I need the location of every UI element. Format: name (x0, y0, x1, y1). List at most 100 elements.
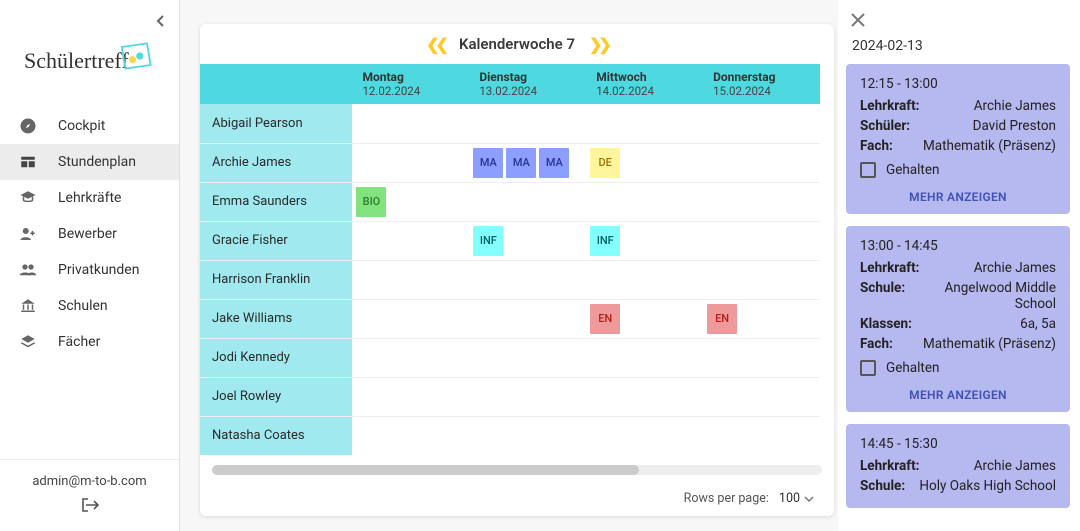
schedule-cell[interactable] (586, 182, 703, 221)
schedule-cell[interactable]: BIO (352, 182, 469, 221)
teacher-name-cell[interactable]: Harrison Franklin (200, 260, 352, 299)
event-card[interactable]: 12:15 - 13:00Lehrkraft:Archie JamesSchül… (846, 64, 1070, 214)
event-field: Lehrkraft:Archie James (860, 98, 1056, 114)
table-icon (18, 153, 38, 171)
event-field: Lehrkraft:Archie James (860, 458, 1056, 474)
collapse-sidebar-button[interactable] (155, 14, 165, 32)
event-card[interactable]: 14:45 - 15:30Lehrkraft:Archie JamesSchul… (846, 424, 1070, 508)
schedule-cell[interactable] (469, 377, 586, 416)
lesson-chip[interactable]: INF (473, 226, 503, 256)
schedule-cell[interactable] (586, 416, 703, 455)
schedule-cell[interactable]: INF (586, 221, 703, 260)
sidebar-item-privatkunden[interactable]: Privatkunden (0, 252, 179, 288)
held-checkbox[interactable]: Gehalten (860, 162, 1056, 178)
schedule-cell[interactable] (352, 416, 469, 455)
schedule-cell[interactable]: INF (469, 221, 586, 260)
schedule-cell[interactable] (352, 143, 469, 182)
schedule-cell[interactable] (703, 260, 820, 299)
schedule-cell[interactable] (352, 260, 469, 299)
teacher-name-cell[interactable]: Jake Williams (200, 299, 352, 338)
rows-per-page-select[interactable]: 100 (779, 491, 814, 506)
schedule-cell[interactable] (469, 260, 586, 299)
table-row: Harrison Franklin (200, 260, 820, 299)
schedule-cell[interactable] (586, 260, 703, 299)
event-field: Schule:Angelwood Middle School (860, 280, 1056, 312)
schedule-cell[interactable] (352, 338, 469, 377)
event-field: Fach:Mathematik (Präsenz) (860, 336, 1056, 352)
chevron-down-icon (804, 496, 814, 502)
schedule-cell[interactable] (703, 143, 820, 182)
schedule-cell[interactable] (469, 416, 586, 455)
sidebar-item-bewerber[interactable]: Bewerber (0, 216, 179, 252)
teacher-name-cell[interactable]: Joel Rowley (200, 377, 352, 416)
teacher-name-cell[interactable]: Jodi Kennedy (200, 338, 352, 377)
pager: Rows per page: 100 (200, 475, 834, 516)
schedule-cell[interactable] (703, 338, 820, 377)
schedule-cell[interactable] (352, 104, 469, 143)
schedule-cell[interactable] (352, 299, 469, 338)
teacher-name-cell[interactable]: Natasha Coates (200, 416, 352, 455)
teacher-name-cell[interactable]: Archie James (200, 143, 352, 182)
schedule-cell[interactable] (586, 377, 703, 416)
sidebar-item-cockpit[interactable]: Cockpit (0, 108, 179, 144)
schedule-cell[interactable]: MAMAMA (469, 143, 586, 182)
sidebar: Schülertreff Cockpit Stundenplan Lehrkräft… (0, 0, 180, 531)
schedule-card: ❮❮ Kalenderwoche 7 ❯❯ Montag12.02.2024Di… (200, 24, 834, 516)
table-row: Jodi Kennedy (200, 338, 820, 377)
signout-button[interactable] (0, 497, 179, 517)
lesson-chip[interactable]: MA (539, 148, 569, 178)
schedule-cell[interactable] (469, 182, 586, 221)
show-more-button[interactable]: MEHR ANZEIGEN (860, 388, 1056, 402)
sidebar-item-fächer[interactable]: Fächer (0, 324, 179, 360)
schedule-cell[interactable] (703, 377, 820, 416)
schedule-cell[interactable] (469, 104, 586, 143)
brand-logo: Schülertreff (24, 48, 129, 74)
teacher-name-cell[interactable]: Gracie Fisher (200, 221, 352, 260)
event-field: Schule:Holy Oaks High School (860, 478, 1056, 494)
event-card[interactable]: 13:00 - 14:45Lehrkraft:Archie JamesSchul… (846, 226, 1070, 412)
lesson-chip[interactable]: BIO (356, 187, 386, 217)
schedule-cell[interactable]: EN (586, 299, 703, 338)
schedule-cell[interactable] (703, 104, 820, 143)
lesson-chip[interactable]: DE (590, 148, 620, 178)
schedule-cell[interactable] (703, 416, 820, 455)
sidebar-item-schulen[interactable]: Schulen (0, 288, 179, 324)
schedule-cell[interactable] (586, 104, 703, 143)
close-panel-button[interactable] (850, 12, 1070, 32)
rows-per-page-label: Rows per page: (684, 491, 769, 506)
layers-icon (18, 333, 38, 351)
sidebar-item-lehrkräfte[interactable]: Lehrkräfte (0, 180, 179, 216)
schedule-cell[interactable] (352, 221, 469, 260)
teacher-name-cell[interactable]: Emma Saunders (200, 182, 352, 221)
prev-week-button[interactable]: ❮❮ (426, 35, 445, 54)
schedule-cell[interactable]: DE (586, 143, 703, 182)
teacher-name-cell[interactable]: Abigail Pearson (200, 104, 352, 143)
schedule-cell[interactable] (352, 377, 469, 416)
table-row: Jake Williams EN EN (200, 299, 820, 338)
lesson-chip[interactable]: MA (506, 148, 536, 178)
schedule-cell[interactable] (469, 338, 586, 377)
lesson-chip[interactable]: INF (590, 226, 620, 256)
next-week-button[interactable]: ❯❯ (589, 35, 608, 54)
table-corner (200, 64, 352, 104)
schedule-cell[interactable] (586, 338, 703, 377)
schedule-cell[interactable]: EN (703, 299, 820, 338)
lesson-chip[interactable]: MA (473, 148, 503, 178)
horizontal-scrollbar[interactable] (212, 465, 822, 475)
table-row: Emma SaundersBIO (200, 182, 820, 221)
lesson-chip[interactable]: EN (590, 304, 620, 334)
schedule-cell[interactable] (469, 299, 586, 338)
sidebar-header: Schülertreff (0, 0, 179, 108)
event-field: Lehrkraft:Archie James (860, 260, 1056, 276)
user-email: admin@m-to-b.com (0, 474, 179, 489)
schedule-cell[interactable] (703, 182, 820, 221)
grad-cap-icon (18, 189, 38, 207)
show-more-button[interactable]: MEHR ANZEIGEN (860, 190, 1056, 204)
lesson-chip[interactable]: EN (707, 304, 737, 334)
sidebar-item-stundenplan[interactable]: Stundenplan (0, 144, 179, 180)
sidebar-item-label: Stundenplan (58, 154, 136, 170)
nav: Cockpit Stundenplan LehrkräfteBewerberPriv… (0, 108, 179, 459)
schedule-cell[interactable] (703, 221, 820, 260)
person-add-icon (18, 225, 38, 243)
held-checkbox[interactable]: Gehalten (860, 360, 1056, 376)
